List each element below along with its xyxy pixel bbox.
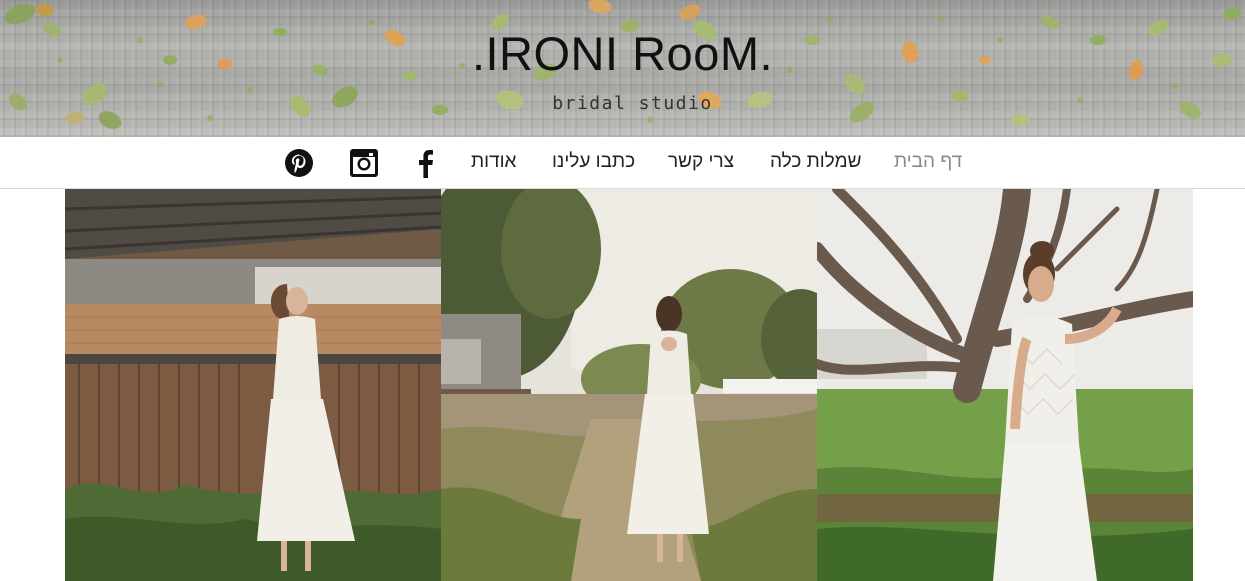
- nav-item-wedding-dresses[interactable]: שמלות כלה: [770, 150, 861, 174]
- site-subtitle: bridal studio: [552, 93, 713, 114]
- main-nav: דף הבית שמלות כלה צרי קשר כתבו עלינו אוד…: [0, 137, 1245, 189]
- nav-item-home[interactable]: דף הבית: [894, 150, 962, 174]
- photo-gallery: [65, 189, 1193, 581]
- pinterest-icon[interactable]: [284, 148, 314, 178]
- instagram-icon[interactable]: [349, 148, 379, 178]
- site-title[interactable]: .IRONI RooM.: [0, 26, 1245, 82]
- nav-item-press[interactable]: כתבו עלינו: [552, 150, 635, 174]
- photo-bride-by-wooden-fence[interactable]: [65, 189, 441, 581]
- photo-bride-from-back-in-yard[interactable]: [441, 189, 817, 581]
- header-banner: .IRONI RooM. bridal studio: [0, 0, 1245, 137]
- nav-item-contact[interactable]: צרי קשר: [668, 150, 734, 174]
- photo-bride-by-tree[interactable]: [817, 189, 1193, 581]
- nav-item-about[interactable]: אודות: [471, 150, 516, 174]
- facebook-icon[interactable]: [411, 148, 441, 178]
